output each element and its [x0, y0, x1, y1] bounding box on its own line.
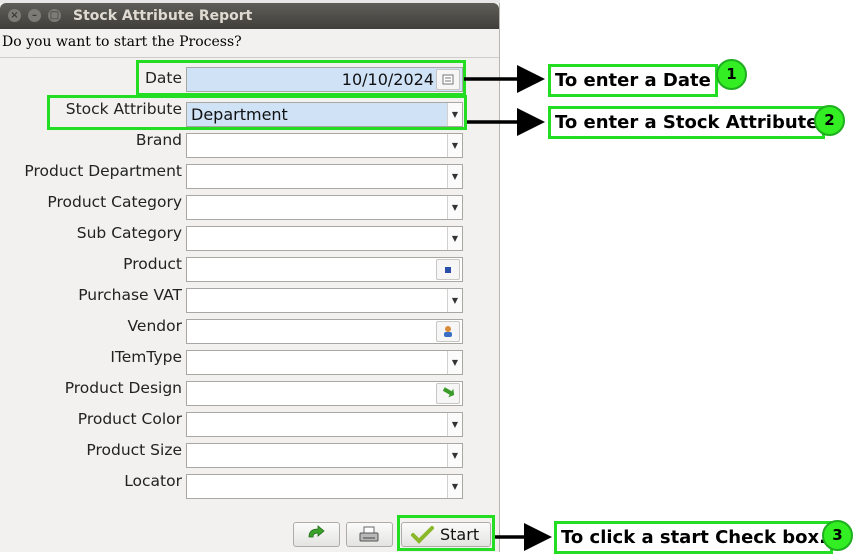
step-1-badge: 1: [716, 59, 747, 90]
stock-attribute-callout: To enter a Stock Attribute: [548, 106, 826, 139]
step-2-badge: 2: [814, 105, 845, 136]
start-callout: To click a start Check box.: [554, 521, 833, 554]
date-callout: To enter a Date: [548, 64, 718, 97]
step-3-badge: 3: [822, 520, 853, 551]
